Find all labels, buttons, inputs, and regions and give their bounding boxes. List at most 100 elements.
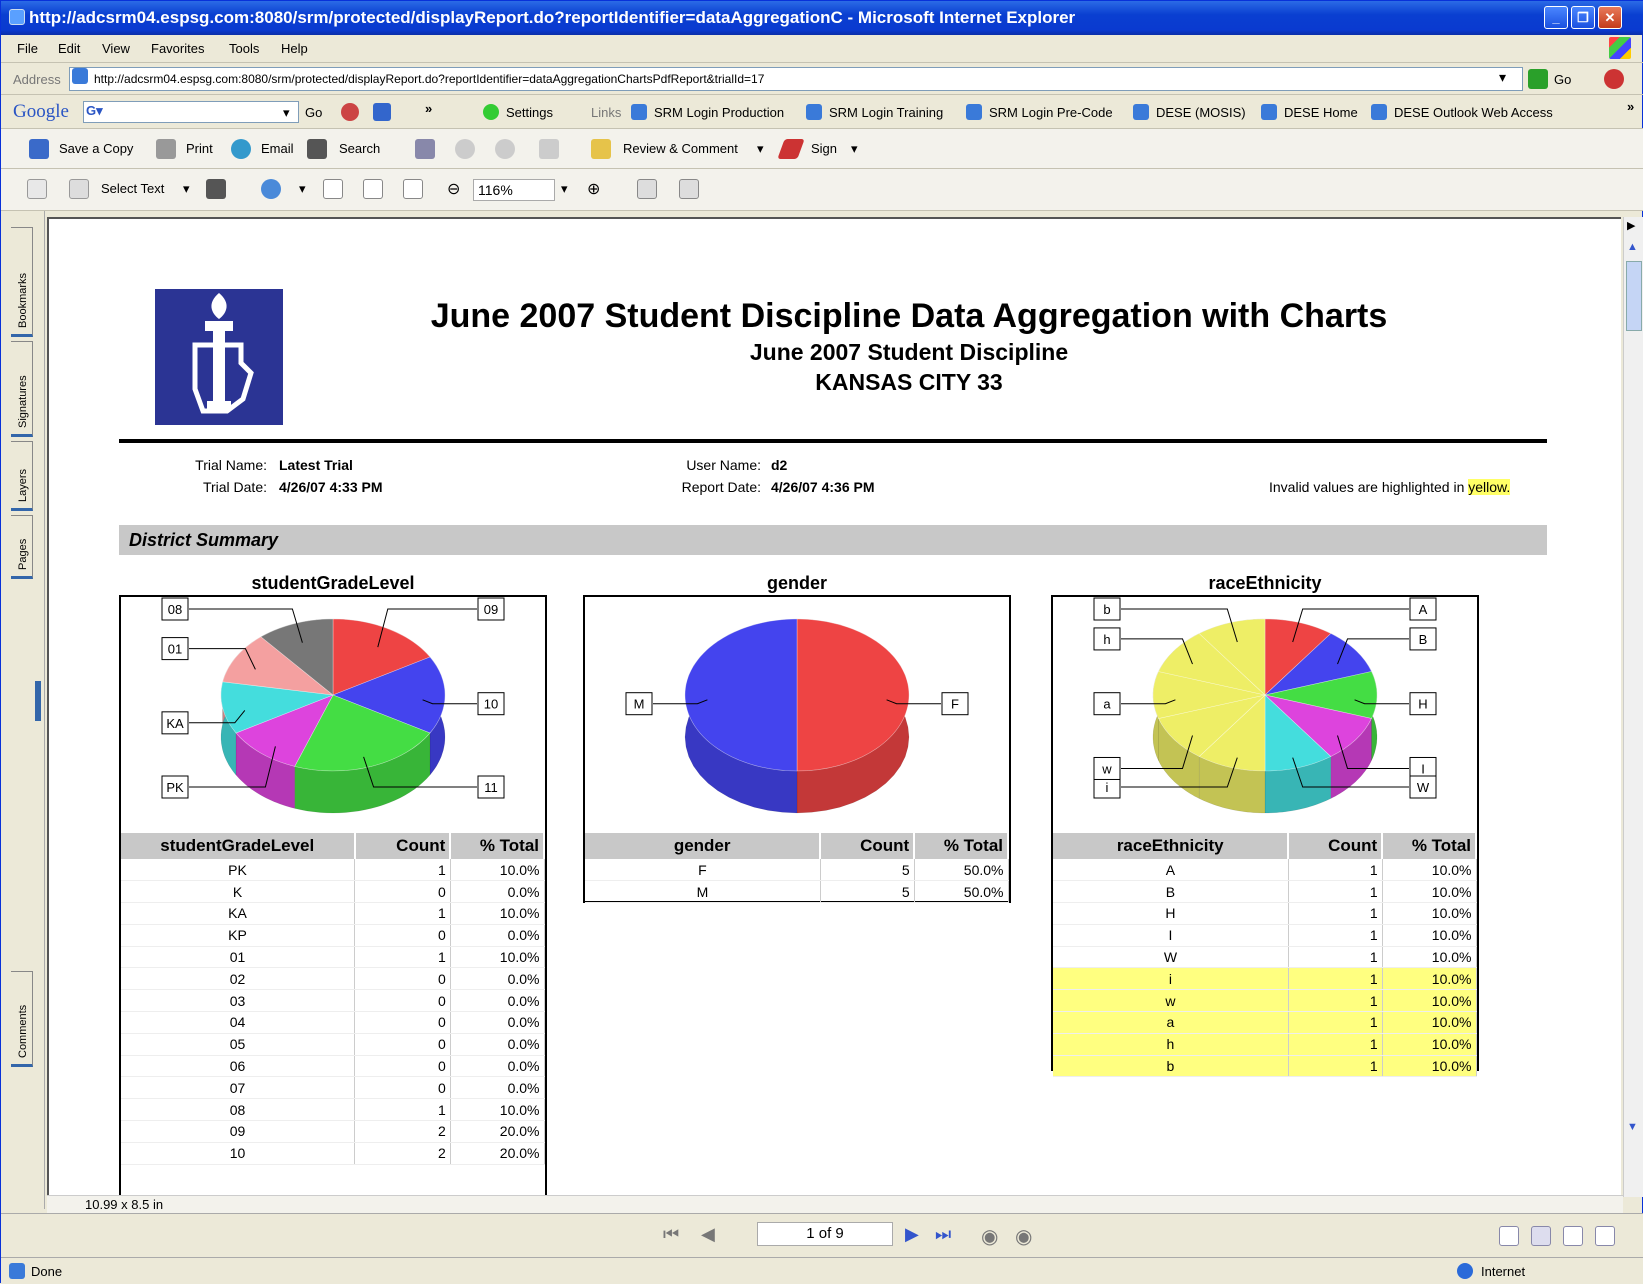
next-view-icon[interactable]: ◉ <box>1015 1224 1032 1249</box>
hand-tool-icon[interactable] <box>27 179 47 199</box>
sign-dropdown-icon[interactable]: ▾ <box>851 141 858 157</box>
page-number-input[interactable]: 1 of 9 <box>757 1222 893 1246</box>
links-more-chevron-icon[interactable]: » <box>1627 99 1634 114</box>
translate-icon[interactable] <box>1604 69 1624 89</box>
scroll-right-arrow-icon[interactable]: ▶ <box>1627 219 1641 237</box>
row-percent: 0.0% <box>450 989 545 1013</box>
menu-edit[interactable]: Edit <box>58 41 80 56</box>
zoom-in-tool-icon[interactable] <box>261 179 281 199</box>
single-page-icon[interactable] <box>1499 1226 1519 1246</box>
google-dropdown-icon[interactable]: ▾ <box>283 105 290 121</box>
more-chevron-icon[interactable]: » <box>425 101 432 116</box>
row-percent: 10.0% <box>450 902 545 925</box>
settings-button[interactable]: Settings <box>506 105 553 120</box>
scroll-thumb[interactable] <box>1626 261 1642 331</box>
google-g-icon: G▾ <box>86 103 103 118</box>
maximize-button[interactable]: ❐ <box>1571 6 1595 29</box>
save-copy-button[interactable]: Save a Copy <box>59 141 133 156</box>
zoom-input[interactable]: 116% <box>473 179 555 201</box>
menu-help[interactable]: Help <box>281 41 308 56</box>
sign-button[interactable]: Sign <box>811 141 837 156</box>
zoom-out-icon[interactable]: ⊖ <box>447 179 460 199</box>
go-arrow-icon[interactable] <box>1528 69 1548 89</box>
menu-tools[interactable]: Tools <box>229 41 259 56</box>
close-button[interactable]: ✕ <box>1598 6 1622 29</box>
previous-view-icon[interactable]: ◉ <box>981 1224 998 1249</box>
review-dropdown-icon[interactable]: ▾ <box>757 141 764 157</box>
go-button[interactable]: Go <box>1554 72 1571 87</box>
row-percent: 10.0% <box>1382 880 1477 904</box>
menu-file[interactable]: File <box>17 41 38 56</box>
table-row: 06 0 0.0% <box>121 1055 545 1078</box>
panel-splitter[interactable] <box>35 681 41 721</box>
autofill-icon[interactable] <box>373 103 391 121</box>
link-srm-production[interactable]: SRM Login Production <box>654 105 784 120</box>
menu-favorites[interactable]: Favorites <box>151 41 204 56</box>
google-search-input[interactable]: G▾ <box>83 101 299 123</box>
status-text: Done <box>31 1264 63 1279</box>
row-percent: 0.0% <box>450 924 545 947</box>
zoom-tool-dropdown-icon[interactable]: ▾ <box>299 181 306 197</box>
row-count: 1 <box>354 859 451 882</box>
select-text-button[interactable]: Select Text <box>101 181 164 196</box>
table-row: KP 0 0.0% <box>121 924 545 947</box>
fit-width-icon[interactable] <box>403 179 423 199</box>
row-count: 2 <box>354 1142 451 1165</box>
zoom-in-icon[interactable]: ⊕ <box>587 179 600 199</box>
facing-icon[interactable] <box>1563 1226 1583 1246</box>
continuous-facing-icon[interactable] <box>1595 1226 1615 1246</box>
search-button[interactable]: Search <box>339 141 380 156</box>
last-page-icon[interactable]: ⏭ <box>935 1224 951 1245</box>
zoom-dropdown-icon[interactable]: ▾ <box>561 181 568 197</box>
table-row: w 1 10.0% <box>1053 989 1477 1013</box>
prev-page-icon[interactable]: ◀ <box>701 1224 715 1245</box>
horizontal-scrollbar[interactable]: 10.99 x 8.5 in <box>47 1195 1623 1213</box>
link-dese-outlook[interactable]: DESE Outlook Web Access <box>1394 105 1553 120</box>
settings-icon <box>483 104 499 120</box>
address-dropdown-icon[interactable]: ▾ <box>1499 69 1506 86</box>
tab-pages[interactable]: Pages <box>11 515 33 579</box>
select-dropdown-icon[interactable]: ▾ <box>183 181 190 197</box>
pie-label-B: B <box>1419 632 1428 647</box>
redo-icon[interactable] <box>495 139 515 159</box>
pdf-document: June 2007 Student Discipline Data Aggreg… <box>47 217 1621 1197</box>
link-srm-precode[interactable]: SRM Login Pre-Code <box>989 105 1113 120</box>
continuous-icon[interactable] <box>1531 1226 1551 1246</box>
tab-layers[interactable]: Layers <box>11 441 33 511</box>
tab-signatures[interactable]: Signatures <box>11 341 33 437</box>
snapshot-icon[interactable] <box>206 179 226 199</box>
address-input[interactable]: http://adcsrm04.espsg.com:8080/srm/prote… <box>69 67 1523 91</box>
link-dese-home[interactable]: DESE Home <box>1284 105 1358 120</box>
table-row: I 1 10.0% <box>1053 924 1477 947</box>
next-page-icon[interactable]: ▶ <box>905 1224 919 1245</box>
popup-blocker-icon[interactable] <box>341 103 359 121</box>
actual-size-icon[interactable] <box>323 179 343 199</box>
row-percent: 0.0% <box>450 1033 545 1056</box>
menu-view[interactable]: View <box>102 41 130 56</box>
pie-label-h: h <box>1103 632 1110 647</box>
fit-page-icon[interactable] <box>363 179 383 199</box>
scroll-down-arrow-icon[interactable]: ▼ <box>1627 1121 1641 1137</box>
rotate-counter-icon[interactable] <box>679 179 699 199</box>
pie-label-I: I <box>1421 761 1425 776</box>
tab-comments[interactable]: Comments <box>11 971 33 1067</box>
print-button[interactable]: Print <box>186 141 213 156</box>
vertical-scrollbar[interactable]: ▶ ▲ ▼ <box>1623 217 1643 1197</box>
link-srm-training[interactable]: SRM Login Training <box>829 105 943 120</box>
first-page-icon[interactable]: ⏮ <box>663 1224 679 1245</box>
clipboard-icon[interactable] <box>539 139 559 159</box>
title-bar: http://adcsrm04.espsg.com:8080/srm/prote… <box>1 1 1643 35</box>
email-button[interactable]: Email <box>261 141 294 156</box>
google-toolbar: Google G▾ ▾ Go » Settings Links SRM Logi… <box>1 95 1643 129</box>
row-percent: 50.0% <box>914 880 1009 904</box>
undo-icon[interactable] <box>455 139 475 159</box>
scroll-up-arrow-icon[interactable]: ▲ <box>1627 241 1641 257</box>
spellcheck-icon[interactable] <box>415 139 435 159</box>
link-dese-mosis[interactable]: DESE (MOSIS) <box>1156 105 1246 120</box>
review-comment-button[interactable]: Review & Comment <box>623 141 738 156</box>
minimize-button[interactable]: _ <box>1544 6 1568 29</box>
rotate-clockwise-icon[interactable] <box>637 179 657 199</box>
google-go-button[interactable]: Go <box>305 105 322 120</box>
trial-name-value: Latest Trial <box>279 457 353 473</box>
tab-bookmarks[interactable]: Bookmarks <box>11 227 33 337</box>
